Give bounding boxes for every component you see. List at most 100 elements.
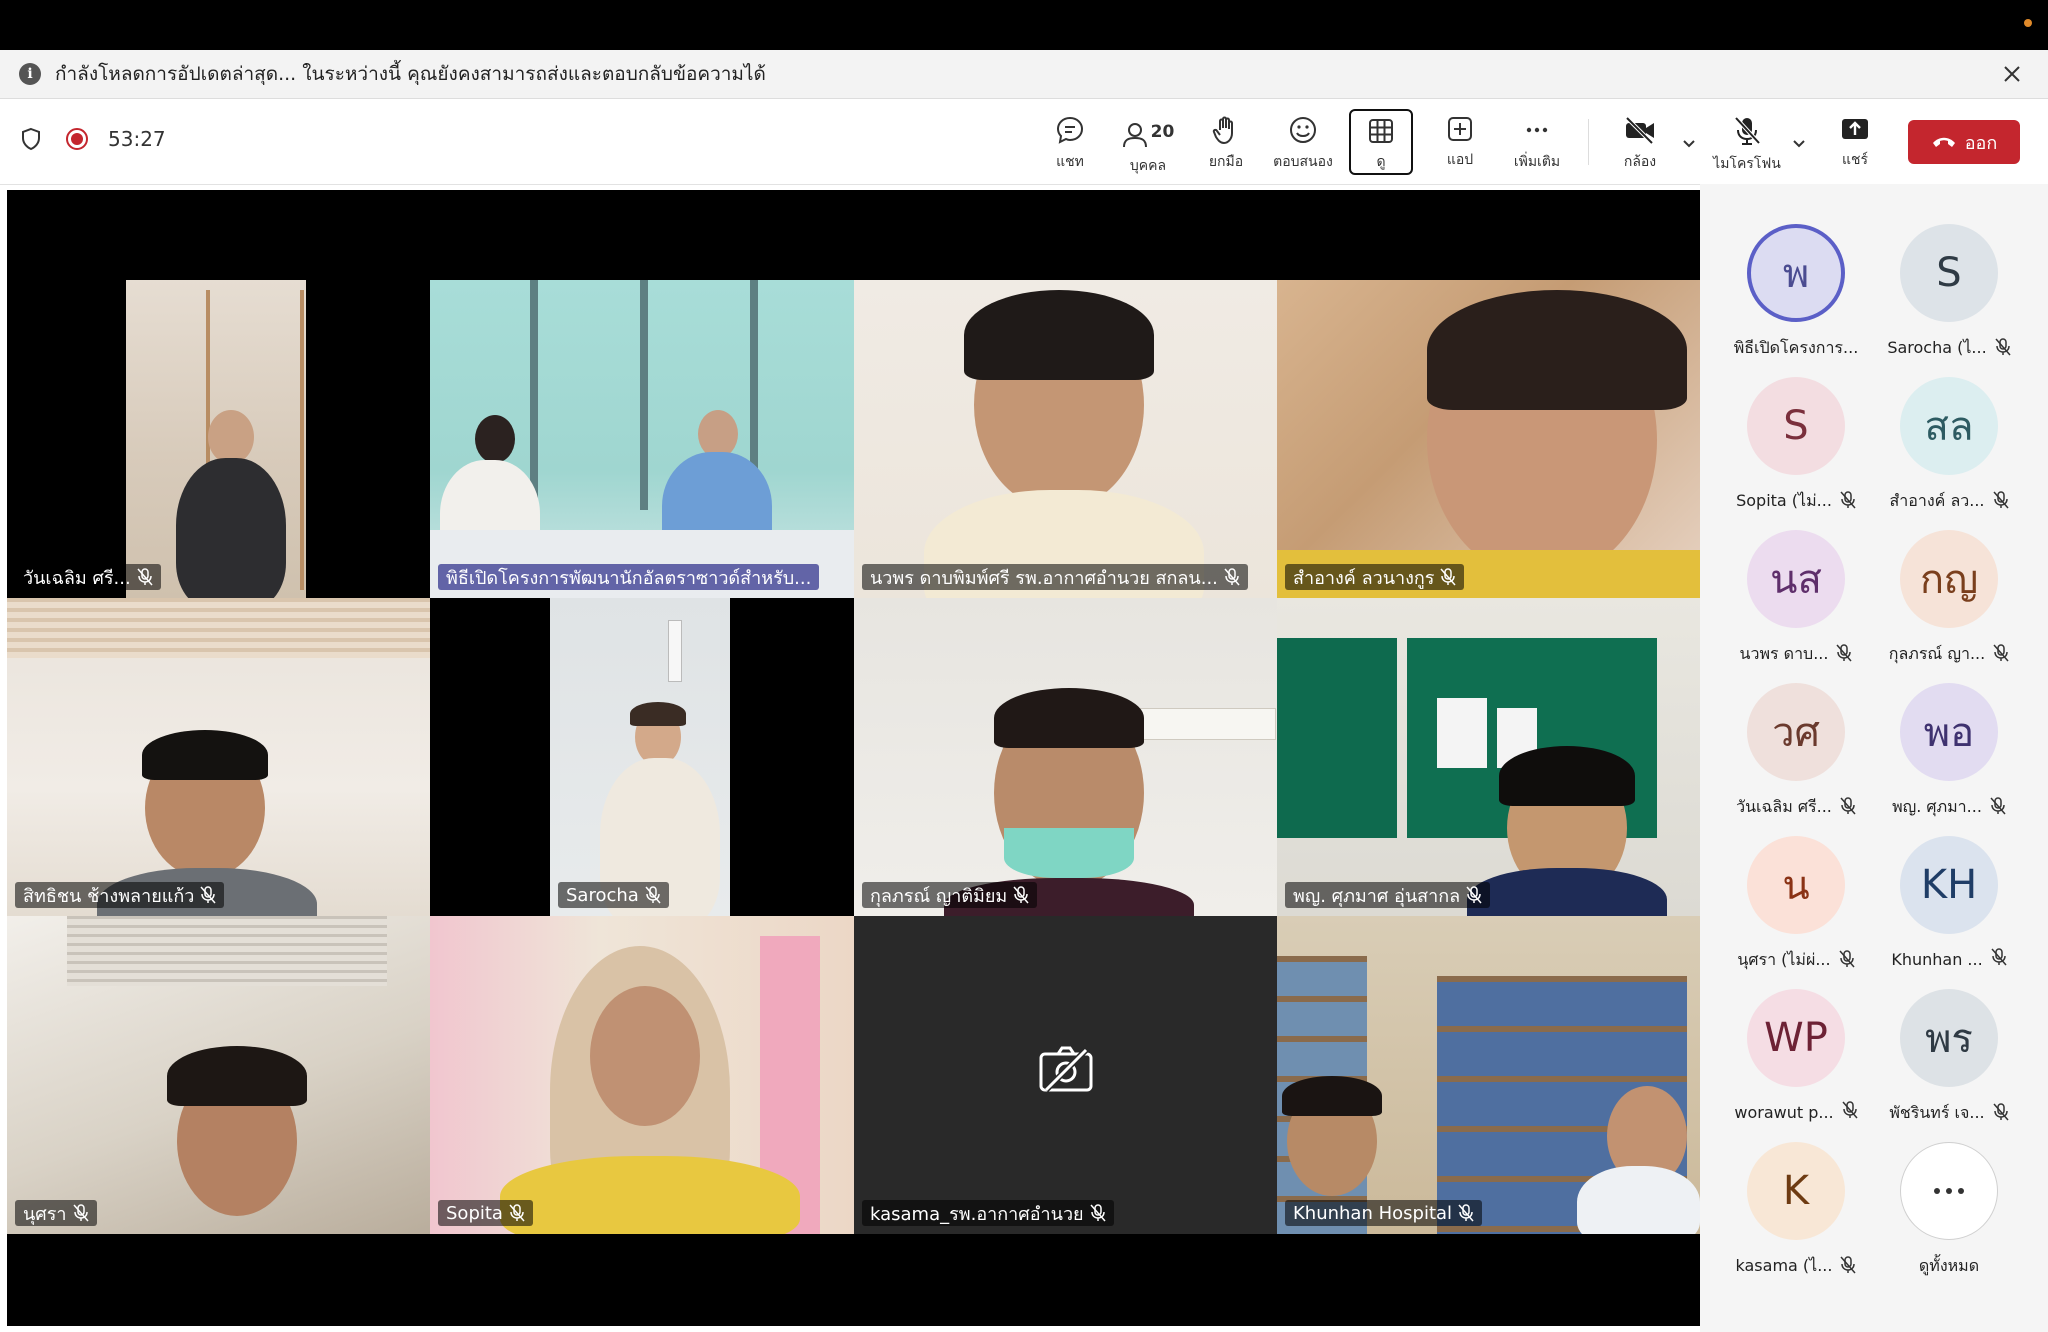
participant-name: kasama_รพ.อากาศอำนวย — [870, 1203, 1084, 1225]
participant-card[interactable]: พอ พญ. ศุภมา... — [1869, 683, 2029, 823]
smile-icon — [1290, 117, 1316, 143]
avatar: K — [1747, 1142, 1845, 1240]
participant-name-tag: Sopita — [438, 1200, 533, 1226]
mic-off-icon — [1990, 796, 2006, 819]
participant-name: ดูทั้งหมด — [1918, 1256, 1980, 1275]
avatar: S — [1747, 377, 1845, 475]
mic-off-icon — [645, 886, 661, 904]
video-feed — [550, 598, 730, 916]
avatar: พ — [1747, 224, 1845, 322]
participant-card[interactable]: นนุศรา (ไม่ผ่... — [1716, 836, 1876, 976]
mic-off-icon — [1839, 949, 1855, 972]
mic-off-icon — [1840, 796, 1856, 819]
raise-hand-label: ยกมือ — [1208, 154, 1244, 170]
video-tile[interactable]: kasama_รพ.อากาศอำนวย — [854, 916, 1277, 1234]
video-feed — [7, 598, 430, 916]
close-icon[interactable] — [1998, 60, 2026, 88]
share-button[interactable]: แชร์ — [1833, 109, 1877, 175]
video-tile[interactable]: กุลภรณ์ ญาติมิยม — [854, 598, 1277, 916]
video-tile[interactable]: นุศรา — [7, 916, 430, 1234]
participant-name: พัชรินทร์ เจ... — [1889, 1103, 1985, 1122]
video-tile[interactable]: นวพร ดาบพิมพ์ศรี รพ.อากาศอำนวย สกลน... — [854, 280, 1277, 598]
participant-name: Sopita (ไม่... — [1736, 491, 1832, 510]
mic-off-icon — [1842, 1101, 1858, 1123]
more-label: เพิ่มเติม — [1513, 154, 1561, 170]
people-count: 20 — [1150, 122, 1175, 142]
participant-name-row: นวพร ดาบ... — [1740, 642, 1853, 667]
participant-card[interactable]: พร พัชรินทร์ เจ... — [1869, 989, 2029, 1129]
avatar: สล — [1900, 377, 1998, 475]
more-icon — [1526, 127, 1548, 133]
participant-name: วันเฉลิม ศรี... — [23, 567, 131, 589]
video-tile[interactable]: พิธีเปิดโครงการพัฒนานักอัลตราซาวด์สำหรับ… — [430, 280, 854, 598]
video-tile[interactable]: Sarocha — [430, 598, 854, 916]
camera-label: กล้อง — [1623, 154, 1657, 170]
chat-icon — [1056, 116, 1084, 144]
shield-icon[interactable] — [20, 127, 42, 151]
hang-up-icon — [1932, 137, 1955, 147]
video-feed — [1277, 598, 1700, 916]
participant-name: สำอางค์ ลว... — [1889, 491, 1985, 510]
mic-button[interactable]: ไมโครโฟน — [1712, 109, 1782, 175]
participant-name: Sarocha (ไ... — [1887, 338, 1987, 357]
camera-button[interactable]: กล้อง — [1618, 109, 1662, 175]
participant-name: Khunhan Hospital — [1293, 1202, 1453, 1224]
chat-button[interactable]: แชท — [1048, 109, 1092, 175]
participant-card[interactable]: กญ กุลภรณ์ ญา... — [1869, 530, 2029, 670]
participant-name-row: พัชรินทร์ เจ... — [1889, 1101, 2009, 1126]
video-tile[interactable]: Khunhan Hospital — [1277, 916, 1700, 1234]
participant-card[interactable]: สลสำอางค์ ลว... — [1869, 377, 2029, 517]
participant-name: worawut p... — [1734, 1102, 1834, 1122]
mic-off-icon — [72, 1204, 89, 1222]
mic-off-icon — [1991, 948, 2007, 970]
participant-card[interactable]: KH Khunhan ... — [1869, 836, 2029, 976]
leave-button[interactable]: ออก — [1908, 120, 2020, 164]
leave-label: ออก — [1964, 132, 1998, 154]
raise-hand-button[interactable]: ยกมือ — [1204, 109, 1248, 175]
grid-icon — [1369, 119, 1393, 143]
participant-card[interactable]: Kkasama (ไ... — [1716, 1142, 1876, 1282]
status-dot — [2024, 19, 2032, 27]
hand-icon — [1212, 116, 1233, 145]
participant-name-tag: พิธีเปิดโครงการพัฒนานักอัลตราซาวด์สำหรับ… — [438, 564, 820, 590]
participant-card[interactable]: S Sopita (ไม่... — [1716, 377, 1876, 517]
participant-name-row: Sopita (ไม่... — [1736, 489, 1856, 514]
participant-name: นุศรา — [23, 1203, 67, 1225]
share-label: แชร์ — [1841, 152, 1869, 168]
info-icon: i — [19, 63, 41, 85]
participant-name: สิทธิชน ช้างพลายแก้ว — [23, 885, 195, 907]
camera-options-chevron-icon[interactable] — [1681, 135, 1697, 151]
participant-card[interactable]: S Sarocha (ไ... — [1869, 224, 2029, 364]
participant-name-tag: kasama_รพ.อากาศอำนวย — [862, 1200, 1114, 1226]
video-tile[interactable]: สิทธิชน ช้างพลายแก้ว — [7, 598, 430, 916]
participant-name-row: พิธีเปิดโครงการ... — [1734, 336, 1859, 361]
mic-off-icon — [1993, 643, 2009, 666]
video-tile[interactable]: Sopita — [430, 916, 854, 1234]
participant-name: พญ. ศุภมา... — [1892, 797, 1982, 816]
avatar: นส — [1747, 530, 1845, 628]
participant-card[interactable]: WP worawut p... — [1716, 989, 1876, 1129]
mic-off-icon — [1458, 1204, 1474, 1222]
participant-card[interactable]: วศ วันเฉลิม ศรี... — [1716, 683, 1876, 823]
camera-off-icon — [1039, 1046, 1093, 1093]
participant-name-row: Khunhan ... — [1891, 948, 2007, 970]
mic-off-icon — [1440, 568, 1457, 586]
more-button[interactable]: เพิ่มเติม — [1507, 109, 1567, 175]
apps-button[interactable]: แอป — [1438, 109, 1482, 175]
video-feed — [854, 280, 1277, 598]
participant-card[interactable]: พพิธีเปิดโครงการ... — [1716, 224, 1876, 364]
video-tile[interactable]: วันเฉลิม ศรี... — [7, 280, 430, 598]
video-tile[interactable]: สำอางค์ ลวนางกูร — [1277, 280, 1700, 598]
view-all-button[interactable]: ดูทั้งหมด — [1869, 1142, 2029, 1282]
mic-options-chevron-icon[interactable] — [1791, 135, 1807, 151]
apps-label: แอป — [1446, 152, 1474, 168]
react-button[interactable]: ตอบสนอง — [1270, 109, 1336, 175]
people-button[interactable]: 20 บุคคล — [1118, 109, 1178, 175]
participant-name-tag: Khunhan Hospital — [1285, 1200, 1483, 1226]
participant-name: พญ. ศุภมาศ อุ่นสากล — [1293, 885, 1461, 907]
view-label: ดู — [1376, 154, 1386, 170]
video-tile[interactable]: พญ. ศุภมาศ อุ่นสากล — [1277, 598, 1700, 916]
participant-card[interactable]: นสนวพร ดาบ... — [1716, 530, 1876, 670]
camera-off-icon — [1625, 116, 1654, 145]
view-button[interactable]: ดู — [1349, 109, 1413, 175]
